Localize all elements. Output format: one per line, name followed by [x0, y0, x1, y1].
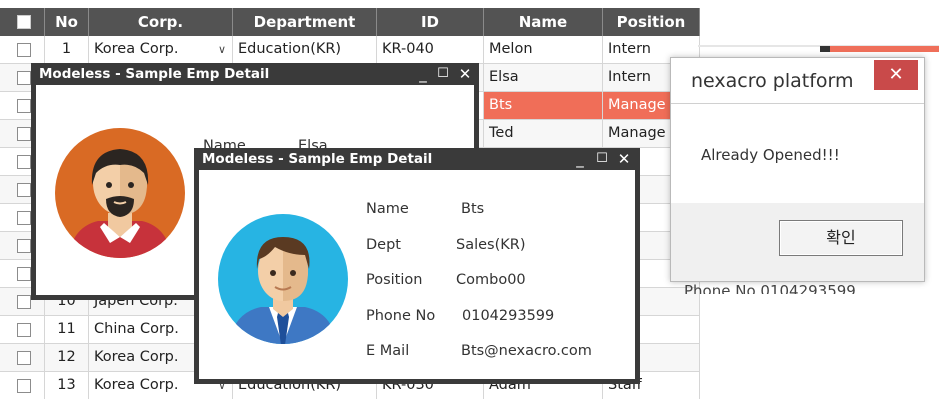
- row-checkbox-cell[interactable]: [0, 316, 45, 343]
- row-checkbox[interactable]: [17, 155, 31, 169]
- emp-detail-window-bts: Modeless - Sample Emp Detail _ ☐ ✕ Name B…: [194, 148, 640, 384]
- minimize-icon[interactable]: _: [571, 149, 589, 169]
- maximize-icon[interactable]: ☐: [593, 149, 611, 169]
- cell-text: Elsa: [489, 69, 519, 85]
- cell-text: Bts: [489, 97, 513, 113]
- header-corp[interactable]: Corp.: [89, 8, 233, 36]
- cell-text: 13: [57, 377, 76, 393]
- row-checkbox-cell[interactable]: [0, 36, 45, 63]
- row-checkbox[interactable]: [17, 323, 31, 337]
- field-label: Dept: [366, 236, 401, 253]
- minimize-icon[interactable]: _: [414, 64, 432, 84]
- cell-text: Korea Corp.: [94, 41, 179, 57]
- row-checkbox[interactable]: [17, 211, 31, 225]
- row-checkbox[interactable]: [17, 43, 31, 57]
- cell-id[interactable]: KR-040: [377, 36, 484, 63]
- field-value: Bts: [461, 201, 485, 217]
- cell-text: Korea Corp.: [94, 349, 179, 365]
- cell-no[interactable]: 1: [45, 36, 89, 63]
- cell-text: Education(KR): [238, 41, 342, 57]
- cell-text: Intern: [608, 69, 651, 85]
- row-checkbox[interactable]: [17, 379, 31, 393]
- cell-no[interactable]: 13: [45, 372, 89, 399]
- window-title: Modeless - Sample Emp Detail: [39, 66, 270, 82]
- close-icon[interactable]: ✕: [456, 64, 474, 84]
- field-label: Name: [366, 201, 409, 217]
- row-checkbox[interactable]: [17, 127, 31, 141]
- cell-text: Intern: [608, 41, 651, 57]
- row-checkbox-cell[interactable]: [0, 372, 45, 399]
- header-checkbox-cell[interactable]: [0, 8, 45, 36]
- row-checkbox[interactable]: [17, 239, 31, 253]
- alert-dialog: nexacro platform ✕ Already Opened!!! 확인: [670, 57, 925, 282]
- field-value: Bts@nexacro.com: [461, 343, 592, 359]
- alert-title: nexacro platform: [691, 70, 854, 92]
- alert-message: Already Opened!!!: [701, 146, 840, 164]
- alert-footer: 확인: [671, 203, 924, 281]
- row-checkbox[interactable]: [17, 267, 31, 281]
- cell-no[interactable]: 11: [45, 316, 89, 343]
- close-icon[interactable]: ✕: [615, 149, 633, 169]
- field-label: Phone No: [366, 307, 436, 324]
- background-window-highlight: [830, 46, 939, 52]
- cell-text: Korea Corp.: [94, 377, 179, 393]
- window-body: Name Bts Dept Sales(KR) Position Combo00 Phone…: [199, 170, 635, 379]
- ok-button[interactable]: 확인: [779, 220, 903, 256]
- chevron-down-icon[interactable]: ∨: [218, 36, 226, 63]
- cell-name[interactable]: Elsa: [484, 64, 603, 91]
- select-all-checkbox[interactable]: [17, 15, 31, 29]
- header-name[interactable]: Name: [484, 8, 603, 36]
- cell-name[interactable]: Bts: [484, 92, 603, 119]
- field-value: Sales(KR): [456, 236, 526, 253]
- maximize-icon[interactable]: ☐: [434, 64, 452, 84]
- close-icon[interactable]: ✕: [874, 60, 918, 90]
- cell-name[interactable]: Ted: [484, 120, 603, 147]
- cell-text: 1: [61, 41, 72, 57]
- cell-text: KR-040: [382, 41, 434, 57]
- field-value: 0104293599: [462, 307, 555, 324]
- header-position[interactable]: Position: [603, 8, 700, 36]
- header-no[interactable]: No: [45, 8, 89, 36]
- row-checkbox[interactable]: [17, 351, 31, 365]
- cell-name[interactable]: Melon: [484, 36, 603, 63]
- avatar-man-beard: [55, 128, 185, 258]
- cell-text: China Corp.: [94, 321, 179, 337]
- header-id[interactable]: ID: [377, 8, 484, 36]
- cell-dept[interactable]: Education(KR): [233, 36, 377, 63]
- row-checkbox[interactable]: [17, 183, 31, 197]
- row-checkbox[interactable]: [17, 99, 31, 113]
- header-department[interactable]: Department: [233, 8, 377, 36]
- alert-message-area: Already Opened!!!: [671, 103, 924, 204]
- row-checkbox-cell[interactable]: [0, 344, 45, 371]
- table-row[interactable]: 1 Korea Corp. ∨ Education(KR) KR-040 Melon Int…: [0, 36, 700, 64]
- row-checkbox[interactable]: [17, 71, 31, 85]
- cell-text: Manage: [608, 125, 666, 141]
- background-window-phone-text: Phone No 0104293599: [684, 282, 856, 294]
- cell-text: Melon: [489, 41, 533, 57]
- cell-no[interactable]: 12: [45, 344, 89, 371]
- field-label: E Mail: [366, 343, 410, 359]
- field-label: Position: [366, 272, 423, 288]
- cell-text: 11: [57, 321, 76, 337]
- cell-text: Ted: [489, 125, 514, 141]
- avatar-man-suit: [218, 214, 348, 344]
- row-checkbox[interactable]: [17, 295, 31, 309]
- cell-text: 12: [57, 349, 76, 365]
- field-value: Combo00: [456, 272, 526, 288]
- cell-corp[interactable]: Korea Corp. ∨: [89, 36, 233, 63]
- cell-text: Manage: [608, 97, 666, 113]
